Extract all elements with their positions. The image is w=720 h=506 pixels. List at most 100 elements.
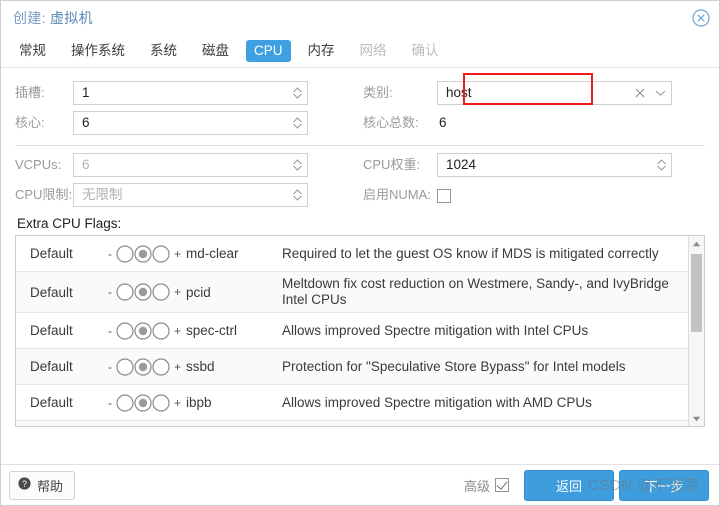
flag-description: Meltdown fix cost reduction on Westmere,…: [282, 276, 669, 307]
plus-sign: +: [174, 359, 182, 374]
flag-state: Default: [30, 395, 73, 410]
plus-sign: +: [174, 246, 182, 261]
minus-sign: -: [108, 359, 112, 374]
table-row[interactable]: Default - + ibpb Allows improved Spectre…: [16, 385, 688, 421]
advanced-toggle[interactable]: 高级: [464, 476, 509, 495]
dialog-title-prefix: 创建:: [13, 10, 46, 26]
dialog-title-main: 虚拟机: [50, 10, 93, 26]
cpu-limit-value: 无限制: [82, 187, 123, 202]
minus-sign: -: [108, 246, 112, 261]
table-row[interactable]: Default - + md-clear Required to let the…: [16, 236, 688, 272]
cpu-units-input[interactable]: 1024: [437, 153, 672, 177]
tab-os[interactable]: 操作系统: [63, 40, 133, 62]
dialog-footer: ? 帮助 高级 返回 下一步: [1, 465, 719, 505]
table-row[interactable]: Default - + ssbd Protection for "Specula…: [16, 349, 688, 385]
svg-text:?: ?: [22, 479, 27, 489]
cpu-limit-label: CPU限制:: [15, 187, 73, 202]
cores-label: 核心:: [15, 115, 45, 130]
flag-name: ibpb: [186, 395, 212, 410]
cores-value: 6: [82, 115, 90, 130]
back-button[interactable]: 返回: [524, 469, 614, 501]
table-row[interactable]: Default - + pcid Meltdown fix cost reduc…: [16, 272, 688, 313]
scroll-up-arrow-icon[interactable]: [689, 236, 704, 251]
dialog-titlebar: 创建: 虚拟机: [1, 1, 719, 35]
chevron-down-icon[interactable]: [649, 89, 671, 97]
minus-sign: -: [108, 395, 112, 410]
flag-name: spec-ctrl: [186, 323, 238, 338]
vcpus-value: 6: [82, 157, 90, 172]
question-mark-icon: ?: [18, 477, 31, 493]
dialog-title: 创建: 虚拟机: [13, 8, 93, 28]
sockets-input[interactable]: 1: [73, 81, 308, 105]
minus-sign: -: [108, 323, 112, 338]
enable-numa-label: 启用NUMA:: [363, 187, 431, 202]
minus-sign: -: [108, 285, 112, 299]
extra-cpu-flags-title: Extra CPU Flags:: [17, 216, 122, 231]
flag-state: Default: [30, 323, 73, 338]
flag-description: Protection for "Speculative Store Bypass…: [282, 358, 626, 374]
cpu-settings-panel: 插槽: 1 类别: host 核心: 6 核心总数: 6 VCPUs: 6 CP…: [1, 68, 719, 464]
help-button[interactable]: ? 帮助: [9, 470, 76, 500]
sockets-label: 插槽:: [15, 85, 45, 100]
cores-stepper[interactable]: [287, 112, 307, 134]
clear-x-icon[interactable]: [631, 86, 649, 101]
cpu-type-value: host: [446, 85, 472, 100]
sockets-stepper[interactable]: [287, 82, 307, 104]
create-vm-dialog: 创建: 虚拟机 常规 操作系统 系统 磁盘 CPU 内存 网络 确认 插槽: 1: [0, 0, 720, 506]
next-button[interactable]: 下一步: [619, 469, 709, 501]
flag-name: md-clear: [186, 246, 239, 261]
cpu-units-stepper[interactable]: [651, 154, 671, 176]
cpu-units-label: CPU权重:: [363, 157, 421, 172]
cpu-flags-scrollport: Default - + md-clear Required to let the…: [16, 236, 688, 426]
tab-general[interactable]: 常规: [11, 40, 54, 62]
flag-state: Default: [30, 246, 73, 261]
total-cores-label: 核心总数:: [363, 115, 419, 130]
flag-description: Allows improved Spectre mitigation with …: [282, 394, 592, 410]
advanced-label: 高级: [463, 478, 490, 494]
flag-name: pcid: [186, 284, 211, 300]
flag-tristate-selector[interactable]: - +: [106, 282, 183, 302]
scrollbar-thumb[interactable]: [691, 254, 702, 332]
cpu-form-grid: 插槽: 1 类别: host 核心: 6 核心总数: 6: [15, 78, 705, 138]
plus-sign: +: [174, 395, 182, 410]
help-button-label: 帮助: [37, 478, 64, 494]
tab-memory[interactable]: 内存: [300, 40, 343, 62]
tab-system[interactable]: 系统: [142, 40, 185, 62]
scroll-down-arrow-icon[interactable]: [689, 411, 704, 426]
flag-description: Required to let the guest OS know if MDS…: [282, 245, 659, 261]
flag-tristate-selector[interactable]: - +: [106, 244, 183, 264]
tab-cpu[interactable]: CPU: [246, 40, 291, 62]
cpu-units-value: 1024: [446, 157, 477, 172]
vcpus-label: VCPUs:: [15, 157, 62, 172]
tab-disks[interactable]: 磁盘: [194, 40, 237, 62]
table-row[interactable]: Default - + spec-ctrl Allows improved Sp…: [16, 313, 688, 349]
flag-name: ssbd: [186, 359, 215, 374]
flag-tristate-selector[interactable]: - +: [106, 393, 183, 413]
table-row[interactable]: Default - + virt: [16, 421, 688, 426]
form-divider: [15, 145, 705, 146]
flag-tristate-selector[interactable]: - +: [106, 357, 183, 377]
cpu-form-grid-2: VCPUs: 6 CPU权重: 1024 CPU限制: 无限制 启用NUMA:: [15, 150, 705, 210]
tab-confirm: 确认: [411, 43, 439, 58]
cpu-flags-table: Default - + md-clear Required to let the…: [15, 235, 705, 427]
cpu-limit-input[interactable]: 无限制: [73, 183, 308, 207]
plus-sign: +: [174, 323, 182, 338]
total-cores-value: 6: [439, 115, 447, 130]
cpu-type-combobox[interactable]: host: [437, 81, 672, 105]
tab-network: 网络: [359, 43, 387, 58]
vcpus-input[interactable]: 6: [73, 153, 308, 177]
plus-sign: +: [174, 285, 182, 299]
close-icon[interactable]: [692, 9, 710, 27]
flag-state: Default: [30, 284, 73, 300]
cores-input[interactable]: 6: [73, 111, 308, 135]
advanced-checkbox[interactable]: [495, 478, 509, 492]
enable-numa-checkbox[interactable]: [437, 188, 451, 203]
wizard-tabbar: 常规 操作系统 系统 磁盘 CPU 内存 网络 确认: [1, 35, 719, 68]
vcpus-stepper[interactable]: [287, 154, 307, 176]
cpu-limit-stepper[interactable]: [287, 184, 307, 206]
flag-tristate-selector[interactable]: - +: [106, 321, 183, 341]
type-label: 类别:: [363, 85, 393, 100]
flag-description: Allows improved Spectre mitigation with …: [282, 322, 589, 338]
table-vertical-scrollbar[interactable]: [688, 236, 704, 426]
sockets-value: 1: [82, 85, 90, 100]
